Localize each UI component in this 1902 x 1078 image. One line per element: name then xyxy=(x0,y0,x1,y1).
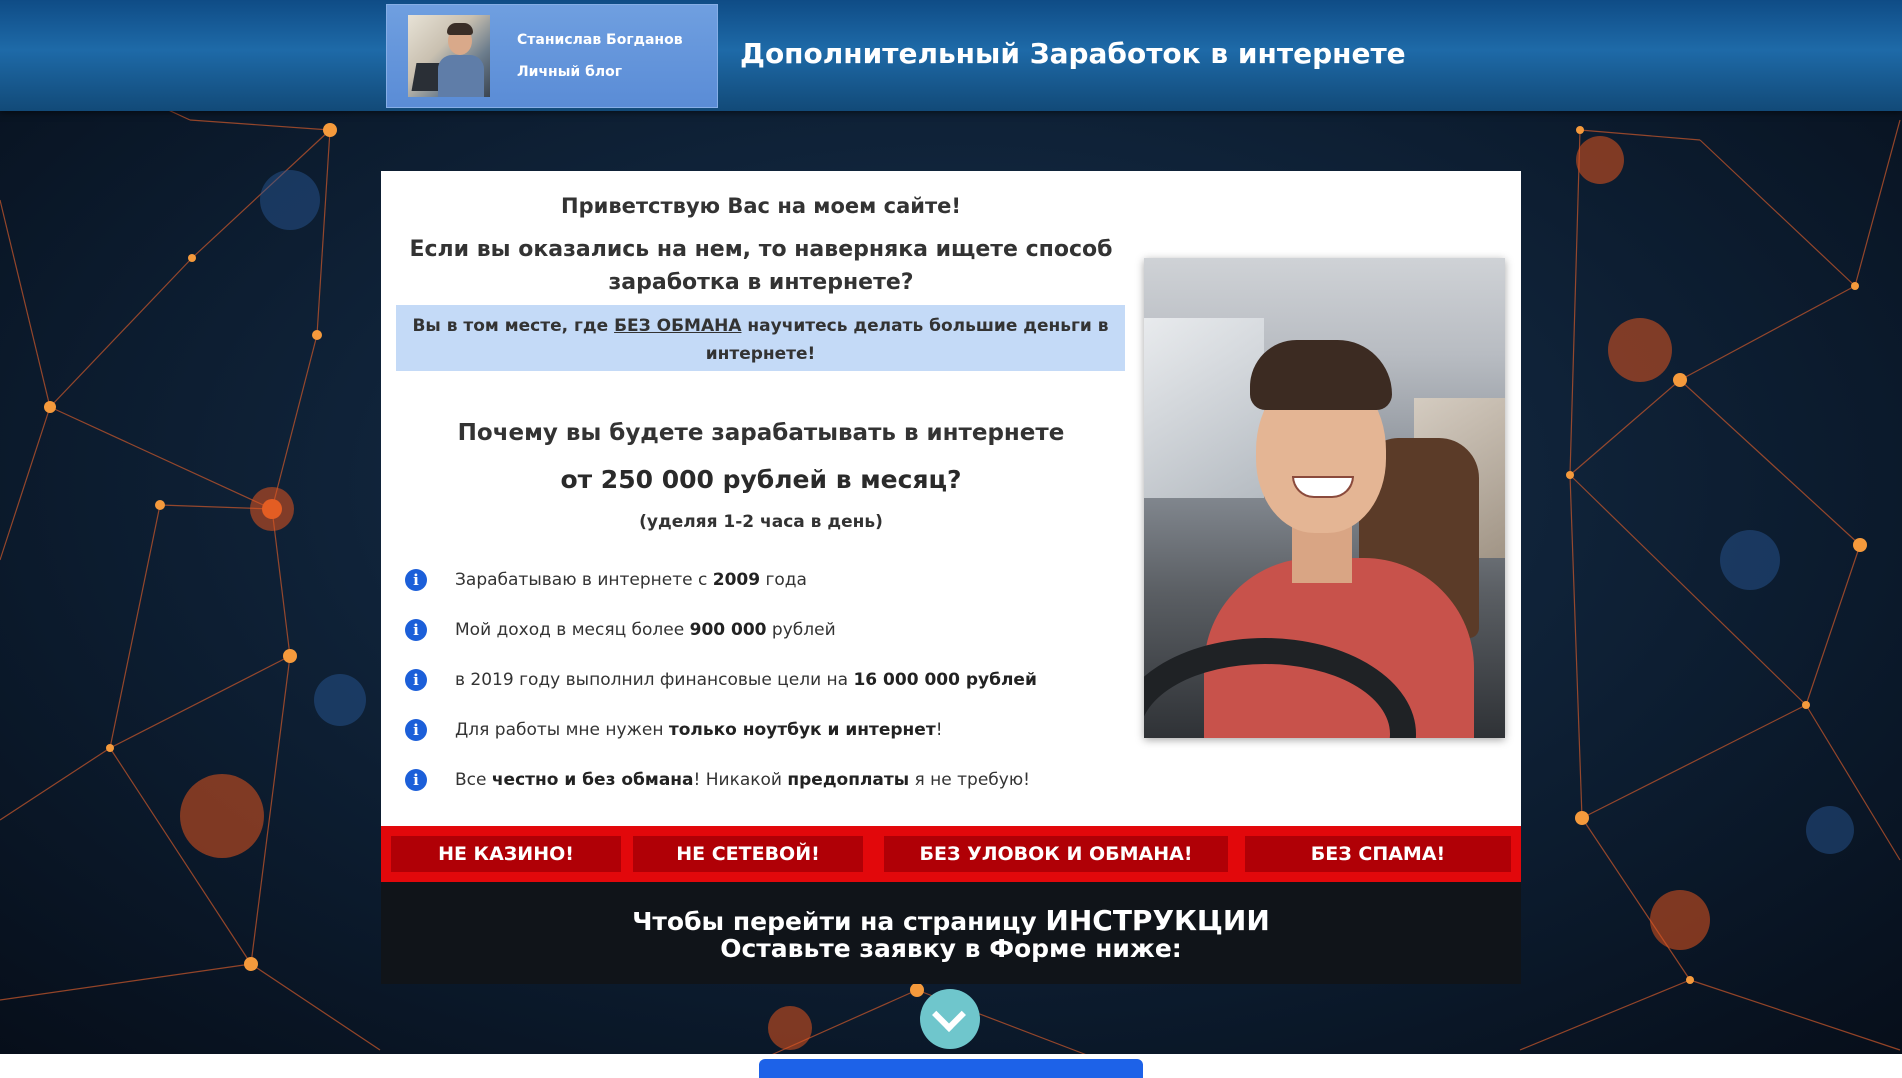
list-item: i в 2019 году выполнил финансовые цели н… xyxy=(405,667,1135,697)
author-photo xyxy=(1144,258,1505,738)
chevron-down-icon xyxy=(932,998,966,1032)
list-item: i Для работы мне нужен только ноутбук и … xyxy=(405,717,1135,747)
badges-bar: НЕ КАЗИНО! НЕ СЕТЕВОЙ! БЕЗ УЛОВОК И ОБМА… xyxy=(381,826,1521,882)
author-name: Станислав Богданов xyxy=(517,32,683,48)
info-icon: i xyxy=(405,669,427,691)
highlight-box: Вы в том месте, где БЕЗ ОБМАНА научитесь… xyxy=(396,305,1125,371)
question-line-1: Если вы оказались на нем, то наверняка и… xyxy=(409,237,1113,262)
time-note: (уделяя 1-2 часа в день) xyxy=(639,512,883,532)
why-heading: Почему вы будете зарабатывать в интернет… xyxy=(457,420,1065,446)
instructions-word: ИНСТРУКЦИИ xyxy=(1045,904,1270,937)
income-amount-heading: от 250 000 рублей в месяц? xyxy=(560,465,962,494)
info-icon: i xyxy=(405,569,427,591)
badge-not-casino: НЕ КАЗИНО! xyxy=(391,836,621,872)
highlight-line-2: интернете! xyxy=(705,344,816,364)
no-deception-underlined: БЕЗ ОБМАНА xyxy=(614,316,742,336)
site-header: Станислав Богданов Личный блог Дополните… xyxy=(0,0,1902,111)
main-content-card: Приветствую Вас на моем сайте! Если вы о… xyxy=(381,171,1521,826)
blog-subtitle: Личный блог xyxy=(517,64,623,80)
cta-line-1: Чтобы перейти на страницу ИНСТРУКЦИИ xyxy=(632,904,1270,937)
site-title: Дополнительный Заработок в интернете xyxy=(740,37,1406,70)
list-item: i Мой доход в месяц более 900 000 рублей xyxy=(405,617,1135,647)
cta-line-2: Оставьте заявку в Форме ниже: xyxy=(720,934,1182,963)
info-icon: i xyxy=(405,769,427,791)
form-submit-button[interactable] xyxy=(759,1059,1143,1078)
scroll-down-button[interactable] xyxy=(920,989,980,1049)
highlight-line-1: Вы в том месте, где БЕЗ ОБМАНА научитесь… xyxy=(412,316,1109,336)
intro-column: Приветствую Вас на моем сайте! Если вы о… xyxy=(381,171,1141,826)
badge-no-spam: БЕЗ СПАМА! xyxy=(1245,836,1511,872)
info-icon: i xyxy=(405,619,427,641)
list-item: i Зарабатываю в интернете с 2009 года xyxy=(405,567,1135,597)
blog-author-card[interactable]: Станислав Богданов Личный блог xyxy=(386,4,718,108)
cta-banner: Чтобы перейти на страницу ИНСТРУКЦИИ Ост… xyxy=(381,882,1521,984)
badge-no-tricks: БЕЗ УЛОВОК И ОБМАНА! xyxy=(884,836,1228,872)
info-icon: i xyxy=(405,719,427,741)
list-item: i Все честно и без обмана! Никакой предо… xyxy=(405,767,1135,797)
author-avatar xyxy=(408,15,490,97)
question-line-2: заработка в интернете? xyxy=(608,270,914,295)
greeting-text: Приветствую Вас на моем сайте! xyxy=(561,194,961,218)
badge-not-mlm: НЕ СЕТЕВОЙ! xyxy=(633,836,863,872)
